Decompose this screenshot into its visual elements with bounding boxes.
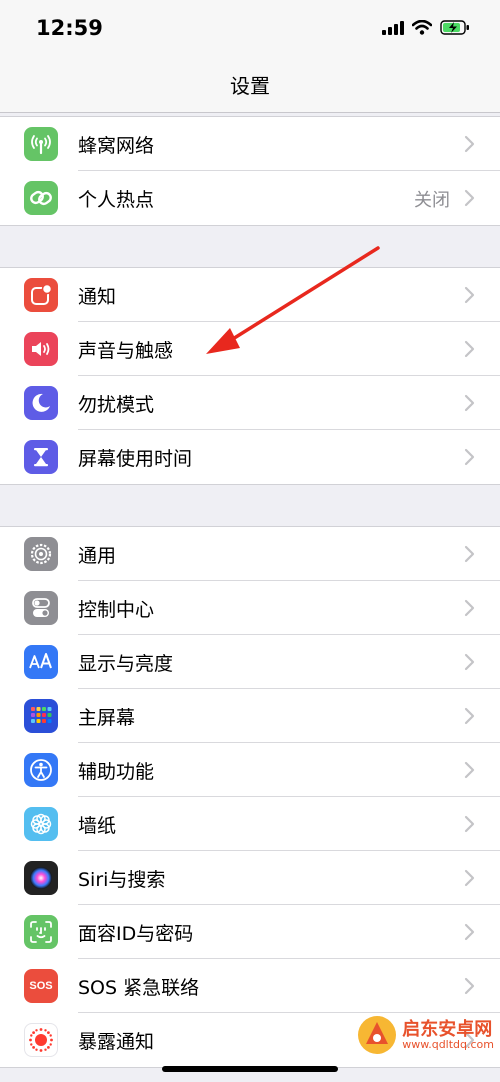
gear-icon bbox=[24, 537, 58, 571]
moon-icon bbox=[24, 386, 58, 420]
flower-icon bbox=[24, 807, 58, 841]
settings-group-general: 通用 控制中心 显示与亮度 主屏幕 辅助功能 墙纸 Siri与搜索 面容ID与密… bbox=[0, 526, 500, 1068]
chevron-right-icon bbox=[464, 135, 475, 153]
settings-row-sounds[interactable]: 声音与触感 bbox=[0, 322, 500, 376]
chevron-right-icon bbox=[464, 707, 475, 725]
settings-row-display[interactable]: 显示与亮度 bbox=[0, 635, 500, 689]
settings-row-control-center[interactable]: 控制中心 bbox=[0, 581, 500, 635]
settings-row-label: 个人热点 bbox=[78, 189, 155, 211]
status-icons bbox=[382, 20, 470, 35]
home-indicator[interactable] bbox=[162, 1066, 338, 1072]
settings-row-home-screen[interactable]: 主屏幕 bbox=[0, 689, 500, 743]
accessibility-icon bbox=[24, 753, 58, 787]
chevron-right-icon bbox=[464, 448, 475, 466]
siri-icon bbox=[24, 861, 58, 895]
settings-row-hotspot[interactable]: 个人热点 关闭 bbox=[0, 171, 500, 225]
toggles-icon bbox=[24, 591, 58, 625]
settings-row-label: 通知 bbox=[78, 286, 117, 308]
settings-group-notifications: 通知 声音与触感 勿扰模式 屏幕使用时间 bbox=[0, 267, 500, 485]
chevron-right-icon bbox=[464, 761, 475, 779]
settings-row-accessibility[interactable]: 辅助功能 bbox=[0, 743, 500, 797]
settings-row-label: 声音与触感 bbox=[78, 340, 174, 362]
settings-row-label: 辅助功能 bbox=[78, 761, 155, 783]
speaker-icon bbox=[24, 332, 58, 366]
settings-row-emergency-sos[interactable]: SOS SOS 紧急联络 bbox=[0, 959, 500, 1013]
page-title: 设置 bbox=[230, 74, 270, 98]
hotspot-chain-icon bbox=[24, 181, 58, 215]
settings-row-label: 墙纸 bbox=[78, 815, 117, 837]
settings-row-label: 暴露通知 bbox=[78, 1031, 155, 1053]
chevron-right-icon bbox=[464, 394, 475, 412]
chevron-right-icon bbox=[464, 869, 475, 887]
settings-row-label: 通用 bbox=[78, 545, 117, 567]
exposure-icon bbox=[24, 1023, 58, 1057]
text-size-icon bbox=[24, 645, 58, 679]
sos-icon: SOS bbox=[24, 969, 58, 1003]
settings-row-screen-time[interactable]: 屏幕使用时间 bbox=[0, 430, 500, 484]
settings-row-label: 显示与亮度 bbox=[78, 653, 174, 675]
status-bar: 12:59 bbox=[0, 0, 500, 60]
chevron-right-icon bbox=[464, 815, 475, 833]
watermark-logo-icon bbox=[358, 1016, 397, 1054]
settings-group-network: 蜂窝网络 个人热点 关闭 bbox=[0, 116, 500, 226]
notifications-icon bbox=[24, 278, 58, 312]
chevron-right-icon bbox=[464, 599, 475, 617]
chevron-right-icon bbox=[464, 286, 475, 304]
settings-row-label: 勿扰模式 bbox=[78, 394, 155, 416]
face-id-icon bbox=[24, 915, 58, 949]
settings-row-label: 控制中心 bbox=[78, 599, 155, 621]
settings-row-wallpaper[interactable]: 墙纸 bbox=[0, 797, 500, 851]
settings-row-label: SOS 紧急联络 bbox=[78, 977, 200, 999]
nav-bar: 设置 bbox=[0, 60, 500, 113]
settings-row-label: 面容ID与密码 bbox=[78, 923, 194, 945]
cellular-signal-icon bbox=[382, 20, 404, 35]
settings-row-siri[interactable]: Siri与搜索 bbox=[0, 851, 500, 905]
chevron-right-icon bbox=[464, 923, 475, 941]
watermark: 启东安卓网 www.qdltdq.com bbox=[356, 1014, 494, 1056]
wifi-icon bbox=[412, 20, 432, 35]
settings-row-cellular[interactable]: 蜂窝网络 bbox=[0, 117, 500, 171]
home-grid-icon bbox=[24, 699, 58, 733]
settings-row-general[interactable]: 通用 bbox=[0, 527, 500, 581]
battery-charging-icon bbox=[440, 20, 469, 35]
chevron-right-icon bbox=[464, 977, 475, 995]
settings-row-do-not-disturb[interactable]: 勿扰模式 bbox=[0, 376, 500, 430]
sos-icon-text: SOS bbox=[29, 980, 53, 992]
status-time: 12:59 bbox=[36, 16, 103, 40]
watermark-name: 启东安卓网 bbox=[402, 1018, 493, 1040]
chevron-right-icon bbox=[464, 340, 475, 358]
hourglass-icon bbox=[24, 440, 58, 474]
chevron-right-icon bbox=[464, 545, 475, 563]
chevron-right-icon bbox=[464, 189, 475, 207]
watermark-url: www.qdltdq.com bbox=[402, 1037, 494, 1051]
settings-row-label: 屏幕使用时间 bbox=[78, 448, 193, 470]
settings-row-label: 主屏幕 bbox=[78, 707, 136, 729]
hotspot-status-value: 关闭 bbox=[414, 190, 450, 211]
settings-row-label: Siri与搜索 bbox=[78, 869, 166, 891]
settings-row-notifications[interactable]: 通知 bbox=[0, 268, 500, 322]
chevron-right-icon bbox=[464, 653, 475, 671]
settings-row-label: 蜂窝网络 bbox=[78, 135, 155, 157]
settings-row-face-id[interactable]: 面容ID与密码 bbox=[0, 905, 500, 959]
cellular-antenna-icon bbox=[24, 127, 58, 161]
